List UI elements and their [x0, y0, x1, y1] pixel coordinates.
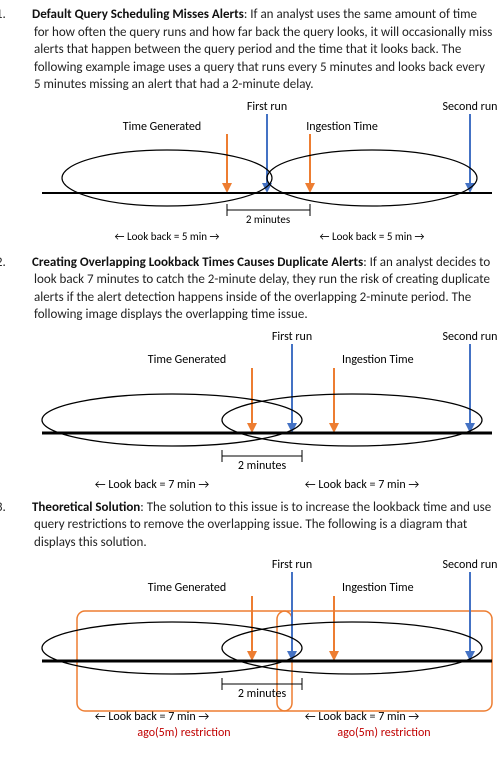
first-run-label: First run	[247, 100, 287, 114]
time-generated-label: Time Generated	[148, 581, 226, 595]
list-item-1-3: 1.3.Theoretical Solution: The solution t…	[10, 499, 494, 552]
lookback-ellipse-2	[222, 394, 482, 446]
first-run-label: First run	[272, 558, 312, 572]
item-number: 1.3.	[10, 499, 32, 517]
lookback-ellipse-2	[267, 150, 477, 206]
lookback-right-label: ← Look back = 5 min →	[320, 230, 425, 243]
arrowhead-icon	[262, 183, 272, 193]
list-item-1-2: 1.2.Creating Overlapping Lookback Times …	[10, 254, 494, 324]
page: 1.1.Default Query Scheduling Misses Aler…	[0, 0, 504, 757]
lookback-ellipse-1	[42, 622, 302, 674]
two-minutes-label: 2 minutes	[238, 459, 287, 473]
lookback-ellipse-1	[62, 150, 272, 206]
two-minutes-label: 2 minutes	[238, 687, 287, 701]
second-run-label: Second run	[443, 558, 498, 572]
second-run-label: Second run	[443, 330, 498, 344]
item-title: Default Query Scheduling Misses Alerts	[32, 7, 244, 22]
lookback-left-label: ← Look back = 7 min →	[95, 710, 210, 724]
second-run-label: Second run	[443, 100, 498, 114]
ingestion-time-label: Ingestion Time	[342, 581, 414, 595]
ingestion-time-label: Ingestion Time	[342, 353, 414, 367]
lookback-left-label: ← Look back = 7 min →	[95, 478, 210, 492]
ingestion-time-label: Ingestion Time	[306, 120, 378, 134]
item-title: Creating Overlapping Lookback Times Caus…	[32, 255, 363, 270]
figure-3: First run Second run Time Generated Inge…	[10, 556, 494, 741]
item-title: Theoretical Solution	[32, 500, 140, 515]
arrowhead-icon	[305, 183, 315, 193]
item-number: 1.1.	[10, 6, 32, 24]
list-item-1-1: 1.1.Default Query Scheduling Misses Aler…	[10, 6, 494, 94]
figure-2: First run Second run Time Generated Inge…	[10, 328, 494, 493]
lookback-right-label: ← Look back = 7 min →	[305, 710, 420, 724]
first-run-label: First run	[272, 330, 312, 344]
lookback-ellipse-1	[42, 394, 302, 446]
figure-1: First run Second run Time Generated Inge…	[10, 98, 494, 248]
restriction-right-label: ago(5m) restriction	[337, 726, 430, 740]
time-generated-label: Time Generated	[123, 120, 201, 134]
lookback-ellipse-2	[222, 622, 482, 674]
two-minutes-label: 2 minutes	[246, 213, 290, 226]
lookback-right-label: ← Look back = 7 min →	[305, 478, 420, 492]
item-number: 1.2.	[10, 254, 32, 272]
arrowhead-icon	[222, 183, 232, 193]
time-generated-label: Time Generated	[148, 353, 226, 367]
restriction-left-label: ago(5m) restriction	[137, 726, 230, 740]
lookback-left-label: ← Look back = 5 min →	[115, 230, 220, 243]
